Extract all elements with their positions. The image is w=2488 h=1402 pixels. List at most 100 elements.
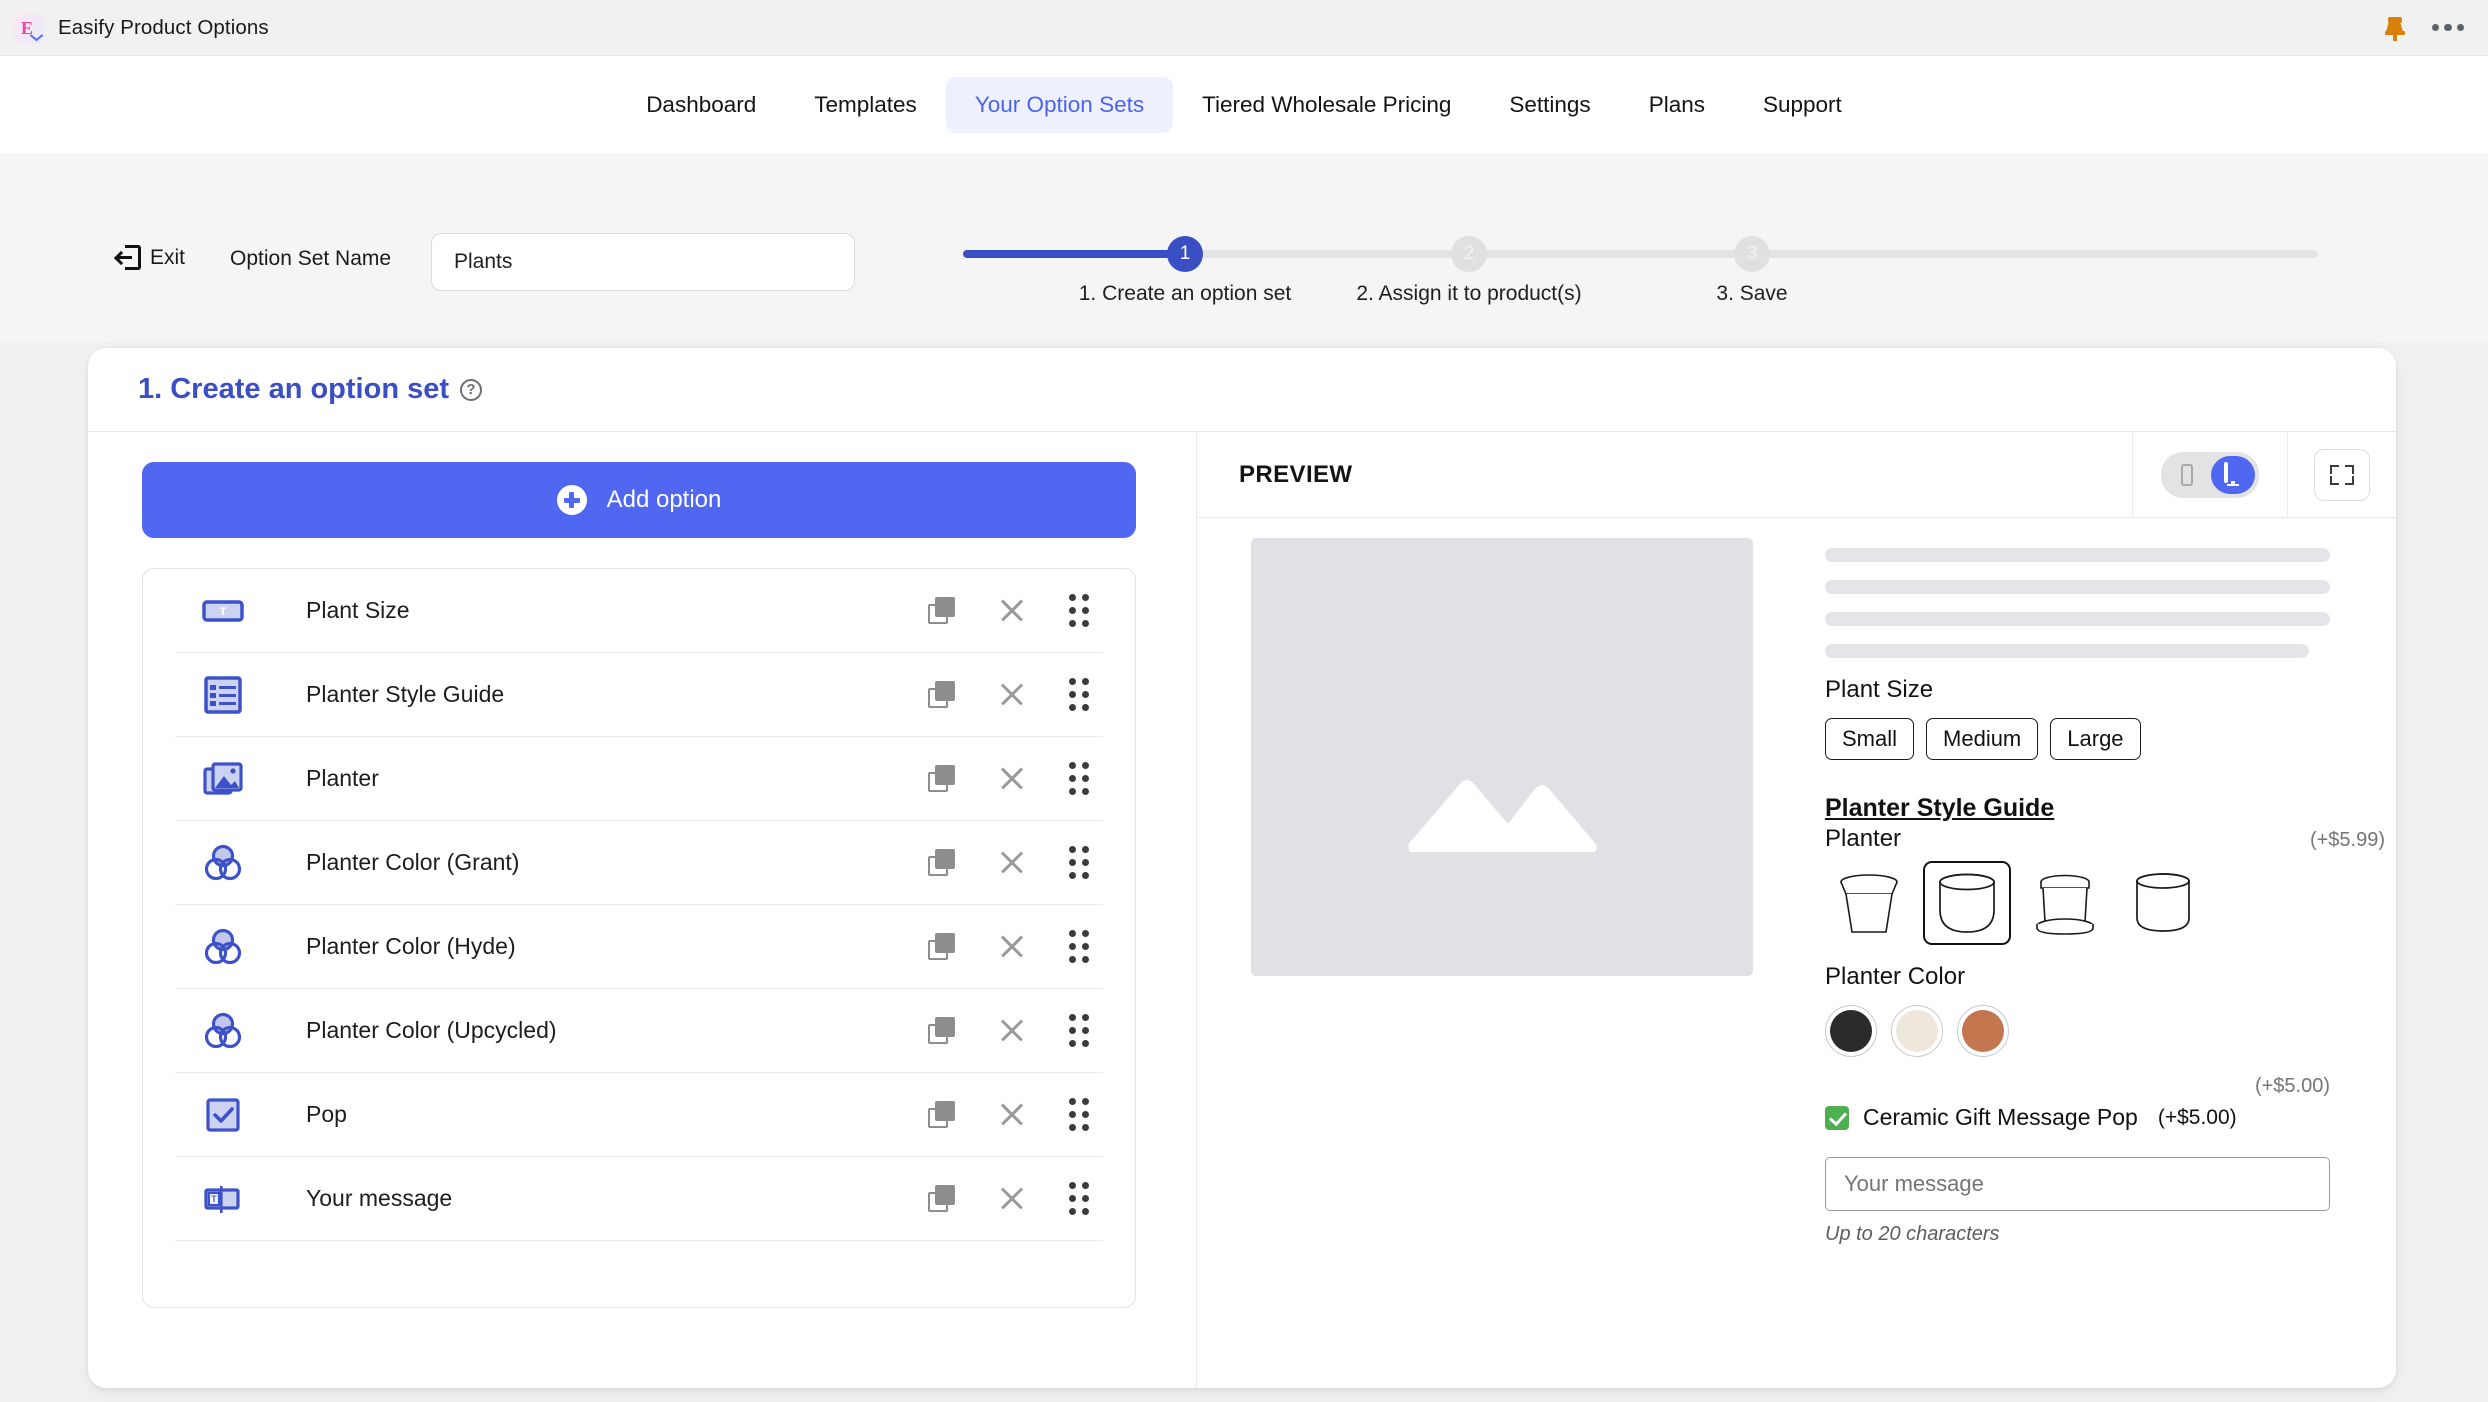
- color-swatch-cream[interactable]: [1891, 1005, 1943, 1057]
- drag-handle-icon[interactable]: [1069, 678, 1089, 711]
- close-icon[interactable]: [998, 1017, 1026, 1045]
- option-row[interactable]: Planter Color (Grant): [175, 821, 1103, 905]
- tab-dashboard[interactable]: Dashboard: [617, 77, 785, 133]
- close-icon[interactable]: [998, 849, 1026, 877]
- text-input-icon: T: [200, 1176, 246, 1222]
- duplicate-icon[interactable]: [928, 1185, 955, 1212]
- drag-handle-icon[interactable]: [1069, 594, 1089, 627]
- option-label: Planter Style Guide: [306, 681, 505, 707]
- options-pane: Add option T Plant Size Planter Style Gu…: [88, 432, 1196, 1388]
- plant-size-option-large[interactable]: Large: [2050, 718, 2141, 760]
- option-row-actions: [928, 594, 1103, 627]
- close-icon[interactable]: [998, 1185, 1026, 1213]
- plant-size-label: Plant Size: [1825, 676, 1934, 703]
- question-mark-icon[interactable]: ?: [460, 378, 483, 401]
- option-row[interactable]: Pop: [175, 1073, 1103, 1157]
- more-horizontal-icon[interactable]: [2431, 23, 2464, 32]
- plant-size-option-small[interactable]: Small: [1825, 718, 1915, 760]
- option-row-actions: [928, 930, 1103, 963]
- titlebar-actions: [2384, 16, 2464, 41]
- step-number-2: 2: [1463, 243, 1475, 264]
- drag-handle-icon[interactable]: [1069, 762, 1089, 795]
- drag-handle-icon[interactable]: [1069, 846, 1089, 879]
- ceramic-gift-message-pop-row[interactable]: Ceramic Gift Message Pop (+$5.00): [1825, 1104, 2385, 1131]
- step-number-3: 3: [1746, 243, 1758, 264]
- exit-button[interactable]: Exit: [113, 245, 185, 270]
- svg-text:T: T: [220, 606, 227, 618]
- planter-option-header: Planter (+$5.99): [1825, 823, 2385, 853]
- close-icon[interactable]: [998, 933, 1026, 961]
- nav-tab-list: Dashboard Templates Your Option Sets Tie…: [617, 76, 1871, 133]
- tab-tiered-wholesale-pricing[interactable]: Tiered Wholesale Pricing: [1173, 77, 1480, 133]
- duplicate-icon[interactable]: [928, 681, 955, 708]
- preview-header: PREVIEW: [1197, 431, 2396, 518]
- option-row[interactable]: Planter: [175, 737, 1103, 821]
- duplicate-icon[interactable]: [928, 1017, 955, 1044]
- plus-icon: [556, 485, 587, 515]
- duplicate-icon[interactable]: [928, 765, 955, 792]
- skeleton-line: [1825, 644, 2309, 658]
- planter-style-guide-link[interactable]: Planter Style Guide: [1825, 794, 2054, 823]
- app-logo-icon: E: [14, 12, 44, 43]
- device-toggle: [2161, 451, 2259, 498]
- tab-your-option-sets[interactable]: Your Option Sets: [945, 76, 1174, 133]
- planter-shape-saucer-pot[interactable]: [2021, 861, 2109, 945]
- option-label: Planter Color (Hyde): [306, 933, 516, 959]
- close-icon[interactable]: [998, 597, 1026, 625]
- pop-price-above: (+$5.00): [2254, 1075, 2330, 1097]
- option-row-actions: [928, 1182, 1103, 1215]
- checkbox-checked-icon[interactable]: [1825, 1105, 1849, 1130]
- drag-handle-icon[interactable]: [1069, 930, 1089, 963]
- card-body: Add option T Plant Size Planter Style Gu…: [88, 431, 2396, 1388]
- pop-label: Ceramic Gift Message Pop: [1863, 1104, 2138, 1130]
- drag-handle-icon[interactable]: [1069, 1014, 1089, 1047]
- fullscreen-icon[interactable]: [2314, 448, 2370, 501]
- step-node-1[interactable]: 1: [1167, 236, 1203, 272]
- planter-shape-options: [1825, 861, 2385, 945]
- planter-shape-round-bowl-pot[interactable]: [1923, 861, 2011, 945]
- close-icon[interactable]: [998, 1101, 1026, 1129]
- your-message-input[interactable]: [1825, 1157, 2330, 1211]
- close-icon[interactable]: [998, 681, 1026, 709]
- planter-shape-cylinder-pot[interactable]: [2119, 861, 2207, 945]
- message-helper-text: Up to 20 characters: [1825, 1223, 2000, 1245]
- image-placeholder-icon: [1251, 538, 1753, 976]
- pin-icon[interactable]: [2384, 16, 2406, 41]
- tab-settings[interactable]: Settings: [1480, 77, 1619, 133]
- close-icon[interactable]: [998, 765, 1026, 793]
- desktop-icon[interactable]: [2211, 455, 2255, 494]
- color-swatch-black[interactable]: [1825, 1005, 1877, 1057]
- skeleton-line: [1825, 580, 2330, 594]
- option-row[interactable]: Planter Color (Upcycled): [175, 989, 1103, 1073]
- option-set-name-input[interactable]: [431, 233, 855, 291]
- step-node-3[interactable]: 3: [1734, 236, 1770, 272]
- step-node-2[interactable]: 2: [1451, 236, 1487, 272]
- duplicate-icon[interactable]: [928, 849, 955, 876]
- plant-size-option-medium[interactable]: Medium: [1926, 718, 2039, 760]
- drag-handle-icon[interactable]: [1069, 1182, 1089, 1215]
- text-field-icon: T: [200, 588, 246, 634]
- color-swatch-icon: [200, 924, 246, 970]
- fullscreen-group: [2287, 431, 2396, 518]
- app-title: Easify Product Options: [58, 15, 269, 39]
- color-swatch-terracotta[interactable]: [1957, 1005, 2009, 1057]
- option-row[interactable]: T Plant Size: [175, 569, 1103, 653]
- tab-templates[interactable]: Templates: [785, 77, 946, 133]
- add-option-button[interactable]: Add option: [142, 462, 1136, 538]
- option-row[interactable]: Planter Style Guide: [175, 653, 1103, 737]
- planter-shape-tapered-pot[interactable]: [1825, 861, 1913, 945]
- mobile-icon[interactable]: [2165, 456, 2209, 494]
- drag-handle-icon[interactable]: [1069, 1098, 1089, 1131]
- option-label: Planter: [306, 765, 379, 791]
- option-row[interactable]: T Your message: [175, 1157, 1103, 1241]
- duplicate-icon[interactable]: [928, 1101, 955, 1128]
- skeleton-line: [1825, 612, 2330, 626]
- tab-support[interactable]: Support: [1734, 77, 1871, 133]
- duplicate-icon[interactable]: [928, 933, 955, 960]
- option-row[interactable]: Planter Color (Hyde): [175, 905, 1103, 989]
- option-list: T Plant Size Planter Style Guide Planter…: [142, 568, 1136, 1308]
- tab-plans[interactable]: Plans: [1620, 77, 1734, 133]
- duplicate-icon[interactable]: [928, 597, 955, 624]
- device-toggle-group: [2132, 431, 2287, 518]
- option-row-actions: [928, 1098, 1103, 1131]
